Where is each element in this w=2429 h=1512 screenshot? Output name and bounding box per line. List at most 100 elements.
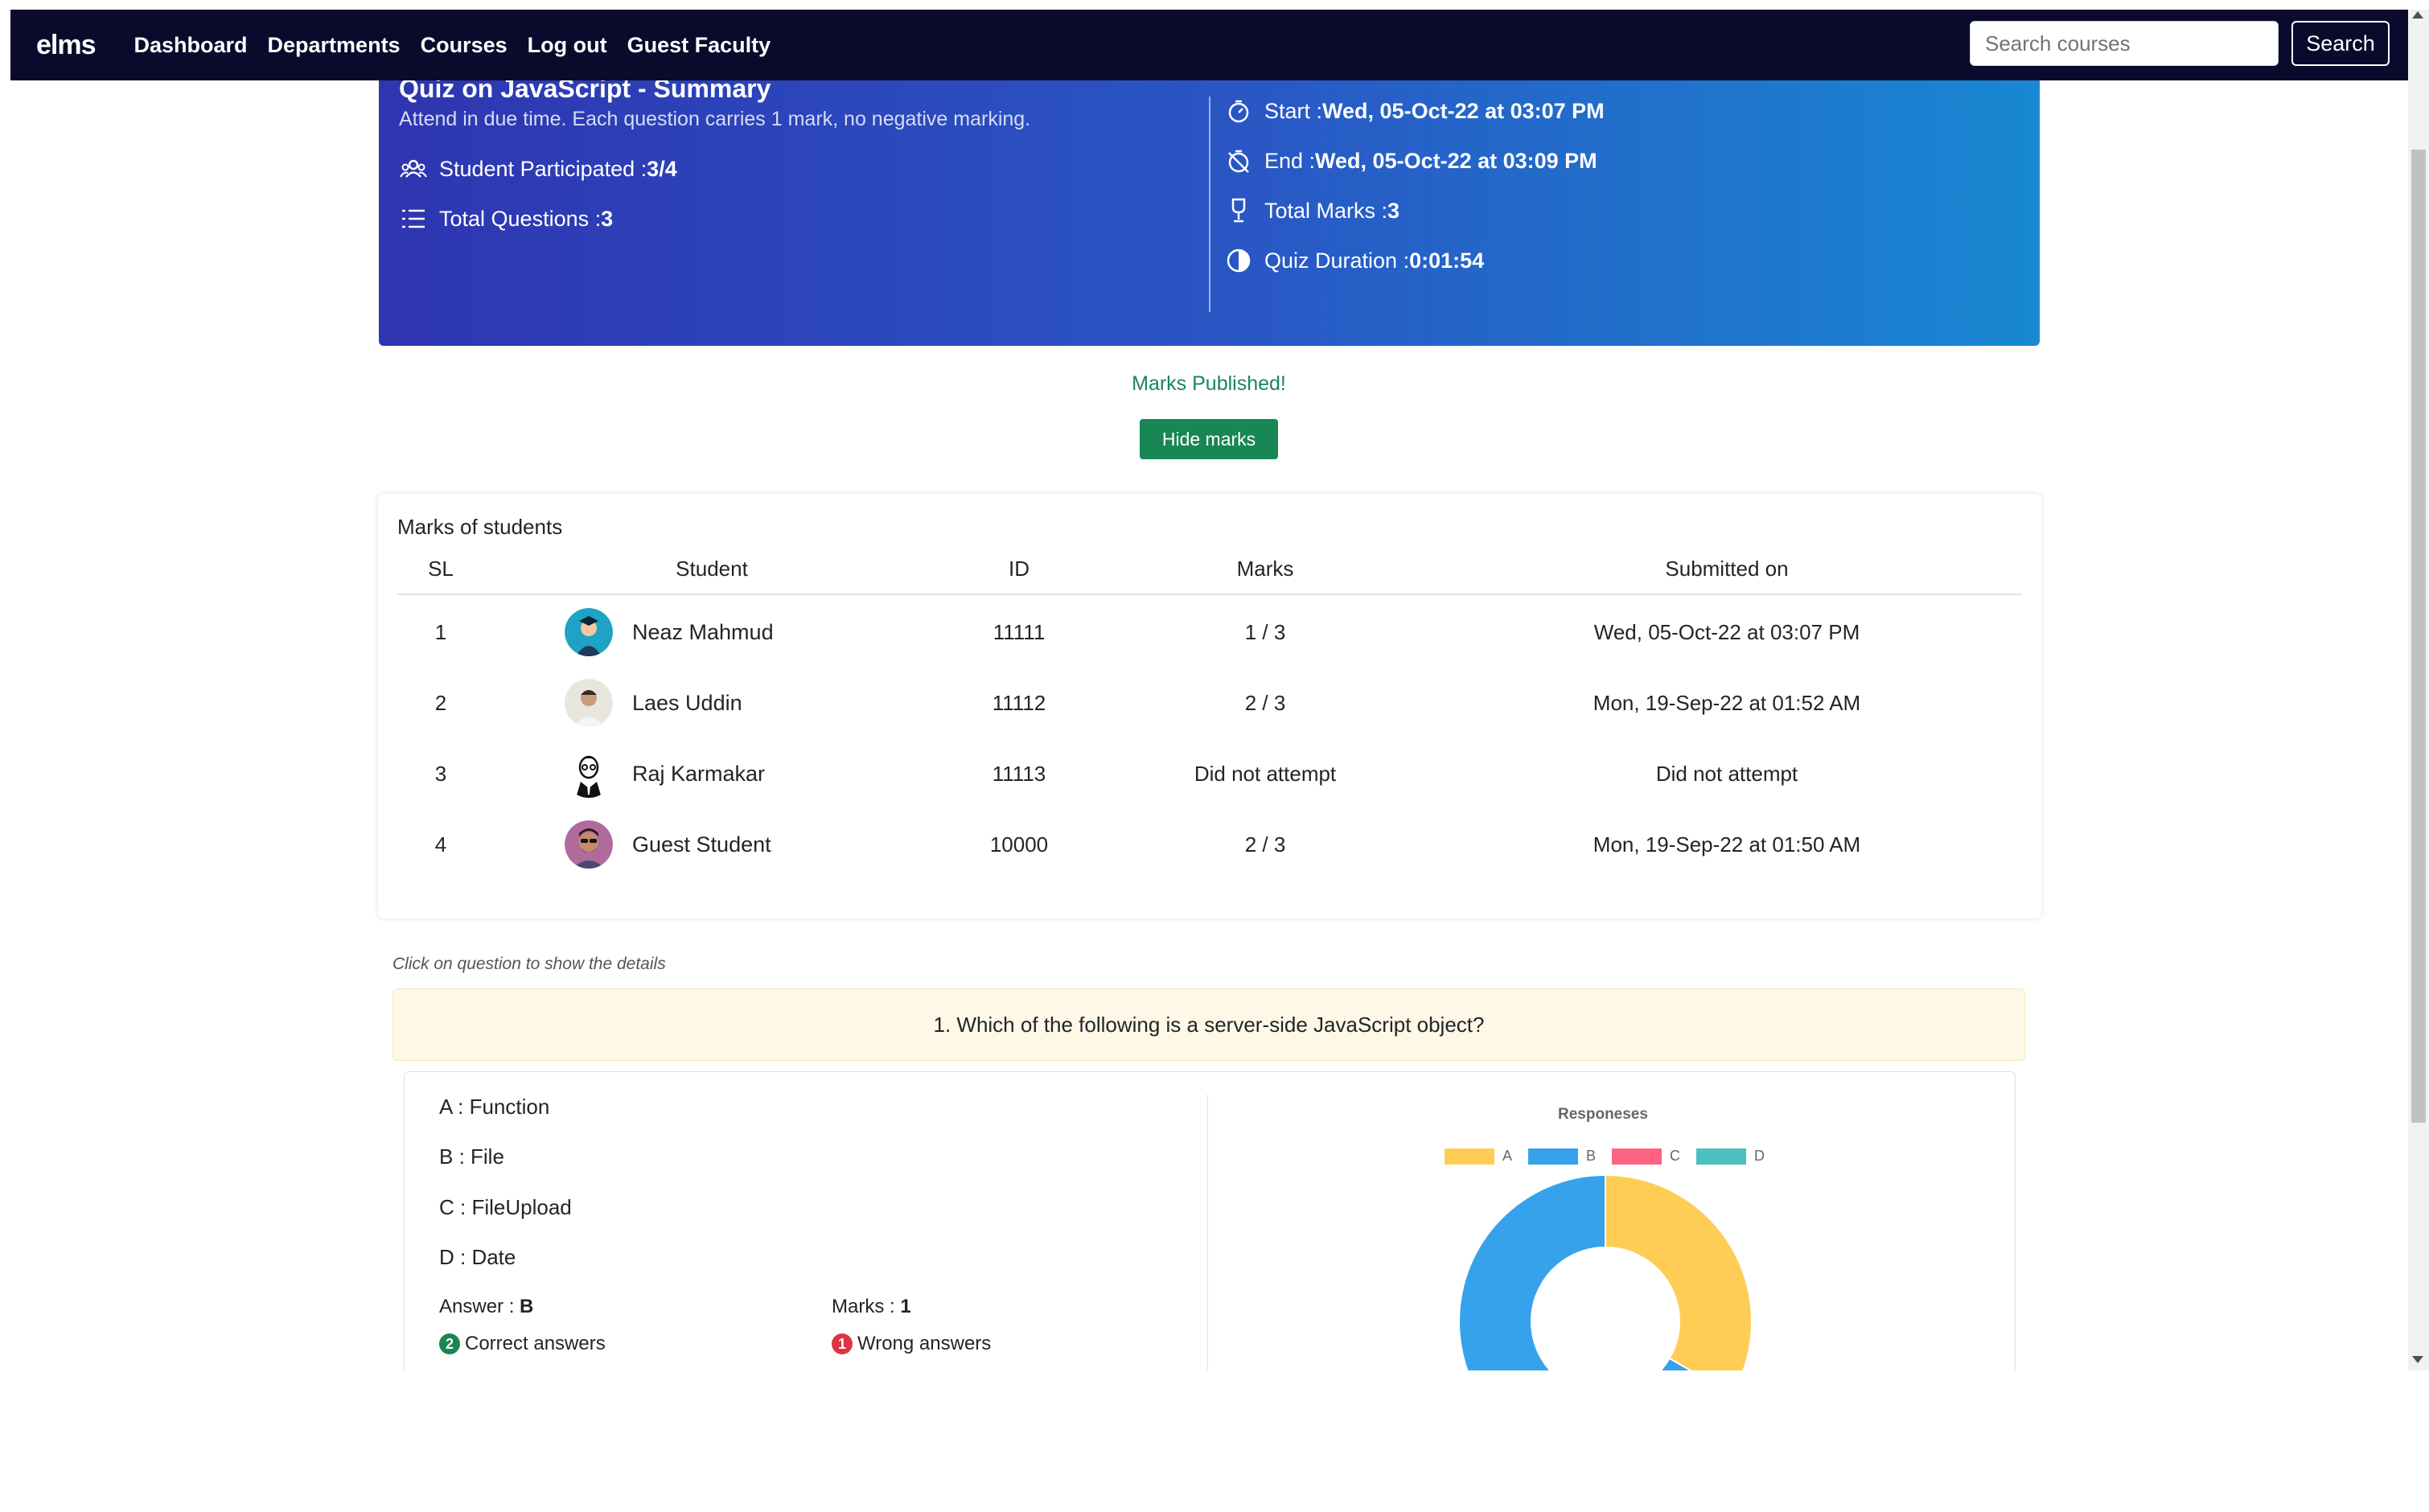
legend-item-d[interactable]: D [1696, 1148, 1765, 1165]
nav-link-departments[interactable]: Departments [268, 33, 401, 58]
legend-swatch [1612, 1148, 1662, 1165]
top-navbar: elms Dashboard Departments Courses Log o… [10, 10, 2408, 80]
scroll-up-arrow-icon[interactable] [2412, 11, 2423, 18]
student-name[interactable]: Laes Uddin [632, 691, 742, 716]
end-value: Wed, 05-Oct-22 at 03:09 PM [1315, 148, 1597, 173]
list-icon [399, 204, 428, 233]
start-row: Start : Wed, 05-Oct-22 at 03:07 PM [1224, 97, 1605, 125]
row-id: 11113 [992, 761, 1046, 786]
start-value: Wed, 05-Oct-22 at 03:07 PM [1322, 98, 1605, 123]
correct-answers-row: 2 Correct answers [439, 1333, 606, 1355]
option-a: A : Function [439, 1095, 550, 1119]
duration-label: Quiz Duration : [1264, 248, 1410, 273]
legend-item-a[interactable]: A [1445, 1148, 1512, 1165]
question-1-header[interactable]: 1. Which of the following is a server-si… [393, 988, 2025, 1061]
wrong-answers-label: Wrong answers [857, 1333, 992, 1354]
stopwatch-off-icon [1224, 146, 1253, 175]
slice-a[interactable] [1605, 1173, 1753, 1370]
header-marks: Marks [1236, 557, 1294, 581]
marks-published-status: Marks Published! [1132, 372, 1286, 395]
wrong-count-badge: 1 [832, 1333, 853, 1354]
legend-label: C [1670, 1148, 1681, 1164]
nav-link-dashboard[interactable]: Dashboard [134, 33, 248, 58]
row-marks: 2 / 3 [1244, 690, 1286, 715]
marks-table-title: Marks of students [397, 515, 563, 539]
scroll-down-arrow-icon[interactable] [2412, 1356, 2423, 1363]
quiz-subtitle: Attend in due time. Each question carrie… [399, 108, 1031, 130]
quiz-title: Quiz on JavaScript - Summary [399, 80, 771, 103]
row-submitted: Did not attempt [1655, 761, 1798, 786]
avatar [565, 679, 613, 727]
correct-count-badge: 2 [439, 1333, 460, 1354]
row-id: 11112 [992, 690, 1046, 715]
table-header-divider [397, 594, 2022, 595]
answer-label: Answer : [439, 1296, 520, 1317]
row-sl: 1 [434, 619, 447, 644]
table-row: 1 Neaz Mahmud 11111 1 / 3 Wed, 05-Oct-22… [378, 597, 2041, 668]
total-questions-value: 3 [601, 206, 614, 231]
answer-row: Answer : B [439, 1296, 533, 1318]
total-marks-label: Total Marks : [1264, 198, 1388, 223]
avatar [565, 750, 613, 798]
legend-item-b[interactable]: B [1528, 1148, 1596, 1165]
table-row: 4 Guest Student 10000 2 / 3 Mon, 19-Sep-… [378, 809, 2041, 880]
header-sl: SL [428, 557, 454, 581]
question-1-details: A : Function B : File C : FileUpload D :… [404, 1071, 2016, 1370]
legend-swatch [1445, 1148, 1494, 1165]
row-sl: 4 [434, 832, 447, 857]
total-marks-value: 3 [1387, 198, 1400, 223]
option-d: D : Date [439, 1245, 516, 1269]
brand-logo[interactable]: elms [36, 30, 96, 61]
student-name[interactable]: Guest Student [632, 832, 771, 857]
row-sl: 3 [434, 761, 447, 786]
search-input[interactable]: Search courses [1970, 21, 2279, 66]
row-student: Guest Student [565, 809, 771, 880]
hide-marks-button[interactable]: Hide marks [1140, 419, 1278, 459]
nav-link-logout[interactable]: Log out [528, 33, 607, 58]
avatar [565, 820, 613, 869]
nav-link-guest-faculty[interactable]: Guest Faculty [627, 33, 771, 58]
total-questions-row: Total Questions : 3 [399, 204, 613, 233]
student-name[interactable]: Raj Karmakar [632, 762, 765, 787]
correct-answers-label: Correct answers [465, 1333, 606, 1354]
row-marks: Did not attempt [1194, 761, 1337, 786]
end-label: End : [1264, 148, 1316, 173]
quiz-summary-banner: Quiz on JavaScript - Summary Attend in d… [379, 80, 2040, 346]
row-student: Laes Uddin [565, 668, 742, 738]
row-id: 10000 [989, 832, 1049, 857]
student-name[interactable]: Neaz Mahmud [632, 620, 774, 645]
details-divider [1207, 1095, 1208, 1370]
nav-link-courses[interactable]: Courses [421, 33, 508, 58]
start-label: Start : [1264, 98, 1323, 123]
legend-swatch [1696, 1148, 1747, 1165]
clock-half-icon [1224, 246, 1253, 275]
row-marks: 1 / 3 [1244, 619, 1286, 644]
row-id: 11111 [993, 619, 1046, 644]
question-marks-value: 1 [900, 1296, 911, 1317]
participated-row: Student Participated : 3/4 [399, 154, 677, 183]
row-marks: 2 / 3 [1244, 832, 1286, 857]
table-row: 2 Laes Uddin 11112 2 / 3 Mon, 19-Sep-22 … [378, 668, 2041, 738]
table-row: 3 Raj Karmakar 11113 Did not attempt Did… [378, 738, 2041, 809]
legend-item-c[interactable]: C [1612, 1148, 1680, 1165]
legend-label: B [1586, 1148, 1597, 1164]
option-c: C : FileUpload [439, 1195, 572, 1219]
responses-doughnut-chart [1458, 1173, 1753, 1370]
scrollbar-thumb[interactable] [2411, 150, 2426, 1123]
row-submitted: Mon, 19-Sep-22 at 01:50 AM [1593, 832, 1861, 857]
participated-value: 3/4 [647, 156, 677, 181]
header-id: ID [1009, 557, 1030, 581]
participated-label: Student Participated : [439, 156, 647, 181]
answer-value: B [520, 1296, 534, 1317]
question-hint: Click on question to show the details [393, 955, 666, 973]
option-b: B : File [439, 1144, 504, 1169]
row-sl: 2 [434, 690, 447, 715]
legend-swatch [1528, 1148, 1579, 1165]
header-submitted-on: Submitted on [1665, 557, 1789, 581]
search-button[interactable]: Search [2291, 21, 2390, 66]
users-icon [399, 154, 428, 183]
wrong-answers-row: 1 Wrong answers [832, 1333, 991, 1355]
legend-label: A [1502, 1148, 1513, 1164]
trophy-icon [1224, 196, 1253, 225]
chart-title: Responeses [1558, 1106, 1648, 1123]
